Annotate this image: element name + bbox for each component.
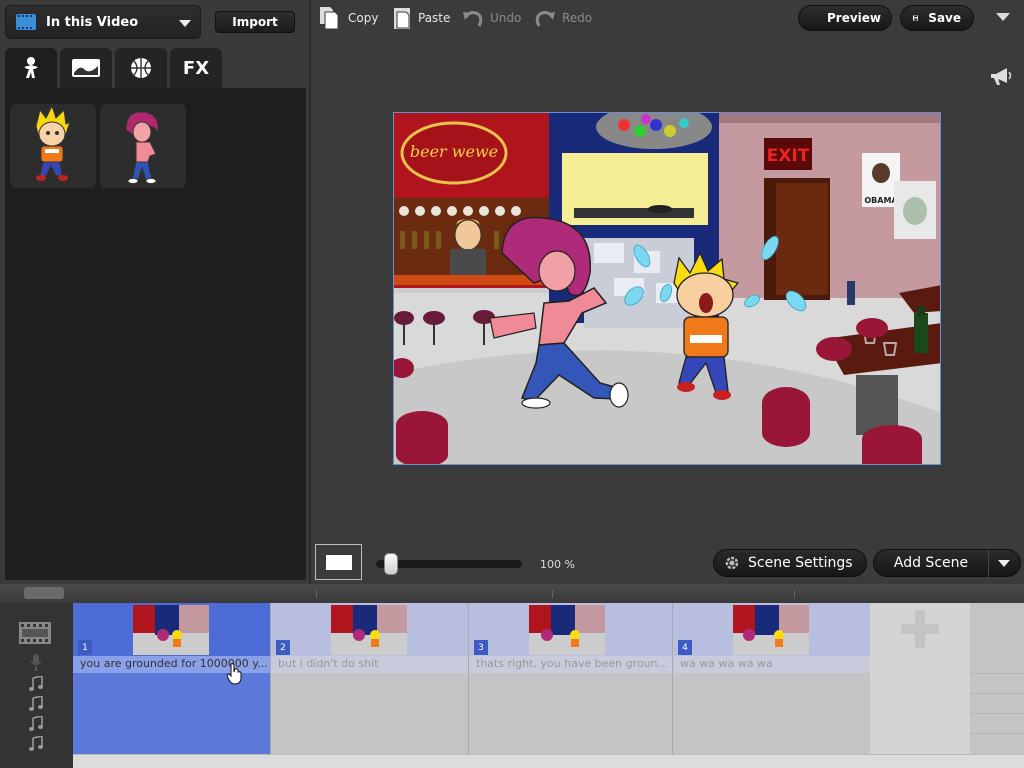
- scene-dialogue-text[interactable]: wa wa wa wa wa: [673, 656, 870, 673]
- timeline-zoom-handle[interactable]: [24, 587, 64, 599]
- save-icon: [913, 15, 919, 21]
- tab-props[interactable]: [115, 48, 167, 88]
- scene-thumbnail: [733, 605, 809, 655]
- add-scene-slot[interactable]: [870, 603, 970, 754]
- category-tabs: FX: [5, 48, 222, 88]
- asset-library-panel: In this Video Import FX: [0, 0, 310, 584]
- scene-settings-button[interactable]: Scene Settings: [713, 549, 867, 577]
- timeline-scene-4[interactable]: 4 wa wa wa wa wa: [673, 603, 871, 754]
- microphone-icon: [30, 654, 42, 671]
- landscape-icon: [72, 59, 100, 77]
- music-note-icon: [29, 736, 43, 751]
- paste-button[interactable]: Paste: [392, 6, 450, 30]
- tab-characters[interactable]: [5, 48, 57, 88]
- undo-icon: [463, 11, 483, 27]
- scene-number: 1: [78, 640, 92, 655]
- add-scene-button[interactable]: Add Scene: [873, 549, 1021, 577]
- preview-label: Preview: [827, 11, 882, 25]
- scene-settings-label: Scene Settings: [748, 555, 853, 571]
- tab-effects[interactable]: FX: [170, 48, 222, 88]
- video-editor: In this Video Import FX Copy Paste Undo …: [0, 0, 1024, 768]
- zoom-slider-handle[interactable]: [384, 553, 398, 575]
- scene-thumbnail: [529, 605, 605, 655]
- tab-backgrounds[interactable]: [60, 48, 112, 88]
- source-dropdown-label: In this Video: [46, 14, 139, 30]
- redo-label: Redo: [562, 11, 593, 25]
- preview-button[interactable]: Preview: [798, 5, 892, 31]
- scene-number: 3: [474, 640, 488, 655]
- toolbar: Copy Paste Undo Redo Preview Save: [310, 0, 1024, 36]
- film-icon: [16, 14, 36, 30]
- pink-haired-girl-character-thumbnail: [125, 111, 159, 184]
- basketball-icon: [131, 58, 151, 78]
- copy-button[interactable]: Copy: [318, 6, 378, 30]
- timeline-tracks[interactable]: 1 you are grounded for 1000000 y... 2 bu…: [73, 603, 1024, 754]
- copy-icon: [320, 7, 339, 30]
- add-scene-label: Add Scene: [893, 555, 969, 571]
- tab-effects-label: FX: [182, 57, 210, 79]
- scene-thumbnail: [133, 605, 209, 655]
- scene-stage[interactable]: beer wewe EXIT OBAMA: [393, 112, 941, 465]
- copy-label: Copy: [348, 11, 379, 25]
- chevron-down-icon: [179, 20, 191, 27]
- save-label: Save: [928, 11, 961, 25]
- beer-sign-text: beer wewe: [410, 142, 498, 161]
- character-icon: [24, 57, 38, 78]
- megaphone-icon[interactable]: [989, 66, 1013, 86]
- undo-button[interactable]: Undo: [462, 6, 521, 30]
- timeline: 1 you are grounded for 1000000 y... 2 bu…: [0, 584, 1024, 768]
- scene-dialogue-text[interactable]: but i didn't do shit: [271, 656, 468, 673]
- gear-icon: [725, 556, 739, 570]
- redo-icon: [535, 11, 555, 27]
- film-strip-icon: [19, 622, 51, 644]
- scene-number: 4: [678, 640, 692, 655]
- bar-scene-canvas: beer wewe EXIT OBAMA: [394, 113, 940, 464]
- ruler-tick: [552, 590, 553, 598]
- mouse-cursor-icon: [226, 663, 242, 685]
- asset-pink-haired-girl[interactable]: [100, 104, 186, 188]
- widescreen-icon: [325, 554, 352, 570]
- source-dropdown[interactable]: In this Video: [5, 5, 201, 39]
- undo-label: Undo: [490, 11, 522, 25]
- ruler-tick: [794, 590, 795, 598]
- timeline-scrollbar[interactable]: [73, 754, 1024, 768]
- paste-icon: [394, 8, 410, 29]
- import-button[interactable]: Import: [215, 11, 295, 33]
- paste-label: Paste: [418, 11, 451, 25]
- panel-divider[interactable]: [309, 0, 311, 584]
- redo-button[interactable]: Redo: [534, 6, 592, 30]
- scene-thumbnail: [331, 605, 407, 655]
- scene-dialogue-text[interactable]: thats right, you have been groun...: [469, 656, 672, 673]
- obama-poster-text: OBAMA: [864, 196, 898, 205]
- add-scene-divider: [988, 549, 989, 577]
- save-button[interactable]: Save: [900, 5, 974, 31]
- asset-grid: [5, 88, 306, 580]
- asset-blonde-boy[interactable]: [10, 104, 96, 188]
- zoom-level: 100 %: [540, 558, 575, 571]
- scene-number: 2: [276, 640, 290, 655]
- music-note-icon: [29, 696, 43, 711]
- timeline-scene-3[interactable]: 3 thats right, you have been groun...: [469, 603, 673, 754]
- aspect-ratio-toggle[interactable]: [315, 544, 362, 580]
- music-note-icon: [29, 716, 43, 731]
- blonde-boy-character-thumbnail: [35, 104, 71, 181]
- add-scene-options-icon[interactable]: [998, 559, 1010, 567]
- track-icons: [0, 603, 73, 768]
- more-menu-icon[interactable]: [996, 13, 1010, 21]
- exit-sign-text: EXIT: [767, 146, 810, 166]
- plus-icon: [901, 610, 939, 648]
- ruler-tick: [316, 590, 317, 598]
- timeline-scene-2[interactable]: 2 but i didn't do shit: [271, 603, 469, 754]
- music-note-icon: [29, 676, 43, 691]
- timeline-ruler[interactable]: [0, 584, 1024, 603]
